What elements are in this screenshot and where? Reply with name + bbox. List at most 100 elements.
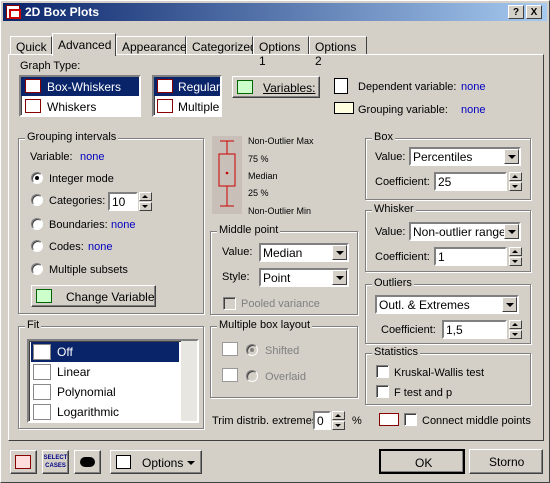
fit-off-icon bbox=[33, 344, 51, 360]
legend-25: 25 % bbox=[248, 188, 269, 198]
fit-polynomial-icon bbox=[33, 384, 51, 400]
legend-max: Non-Outlier Max bbox=[248, 136, 314, 146]
tab-options-1[interactable]: Options 1 bbox=[253, 36, 309, 68]
multiple-icon bbox=[157, 99, 173, 113]
batch-button[interactable] bbox=[10, 450, 37, 474]
box-value-label: Value: bbox=[375, 151, 406, 163]
dependent-variable-value: none bbox=[461, 81, 486, 93]
fit-item-polynomial[interactable]: Polynomial bbox=[31, 382, 179, 402]
integer-mode-radio[interactable] bbox=[31, 172, 43, 184]
fit-item-off[interactable]: Off bbox=[31, 342, 179, 362]
title-bar: 2D Box Plots ? X bbox=[3, 3, 547, 21]
outliers-coefficient-input[interactable]: 1,5 bbox=[442, 320, 507, 339]
trim-unit: % bbox=[352, 415, 362, 427]
categories-spinner[interactable] bbox=[139, 192, 152, 211]
chevron-down-icon[interactable] bbox=[332, 245, 347, 260]
boundaries-radio[interactable] bbox=[31, 218, 43, 230]
boundaries-value: none bbox=[111, 219, 136, 231]
box-value-select[interactable]: Percentiles bbox=[409, 147, 521, 166]
select-cases-line2: CASES bbox=[45, 463, 66, 469]
select-cases-button[interactable]: SELECT CASES bbox=[42, 450, 69, 474]
connect-middle-points-checkbox[interactable] bbox=[404, 413, 417, 426]
ok-button[interactable]: OK bbox=[379, 449, 465, 474]
grouping-variable-name: none bbox=[80, 151, 105, 163]
connect-middle-points-icon bbox=[379, 413, 399, 426]
fit-item-logarithmic[interactable]: Logarithmic bbox=[31, 402, 179, 422]
box-coefficient-label: Coefficient: bbox=[375, 176, 430, 188]
whisker-coefficient-input[interactable]: 1 bbox=[434, 247, 507, 266]
whisker-coefficient-spinner[interactable] bbox=[509, 247, 522, 266]
tab-advanced[interactable]: Advanced bbox=[52, 33, 116, 56]
box-legend-graphic bbox=[212, 136, 242, 214]
close-button[interactable]: X bbox=[526, 5, 542, 19]
categories-label: Categories: bbox=[49, 195, 106, 207]
variables-icon bbox=[237, 80, 253, 94]
overlaid-icon bbox=[222, 368, 238, 382]
outliers-select[interactable]: Outl. & Extremes bbox=[375, 295, 519, 314]
fit-list: Off Linear Polynomial Logarithmic bbox=[27, 339, 199, 423]
multiple-subsets-radio[interactable] bbox=[31, 263, 43, 275]
outliers-coefficient-spinner[interactable] bbox=[509, 320, 522, 339]
tab-appearance[interactable]: Appearance bbox=[116, 36, 187, 55]
whiskers-icon bbox=[25, 99, 41, 113]
middle-value-select[interactable]: Median bbox=[259, 243, 349, 262]
trim-spinner[interactable] bbox=[332, 411, 345, 430]
whisker-value-label: Value: bbox=[375, 226, 406, 238]
integer-mode-label: Integer mode bbox=[49, 173, 114, 185]
grouping-variable-caption: Variable: bbox=[30, 151, 73, 163]
weight-button[interactable] bbox=[74, 450, 101, 474]
type-box-whiskers[interactable]: Box-Whiskers bbox=[21, 77, 139, 96]
help-button[interactable]: ? bbox=[508, 5, 524, 19]
fit-logarithmic-icon bbox=[33, 404, 51, 420]
weight-icon bbox=[80, 457, 95, 467]
overlaid-radio[interactable] bbox=[246, 370, 258, 382]
type-whiskers[interactable]: Whiskers bbox=[21, 97, 139, 116]
tab-options-2[interactable]: Options 2 bbox=[309, 36, 367, 68]
categories-input[interactable]: 10 bbox=[108, 192, 138, 211]
whisker-value-select[interactable]: Non-outlier range bbox=[409, 222, 521, 241]
graph-type-list-a: Box-Whiskers Whiskers bbox=[19, 75, 141, 117]
overlaid-label: Overlaid bbox=[265, 371, 306, 383]
shifted-radio[interactable] bbox=[246, 344, 258, 356]
connect-middle-points-label: Connect middle points bbox=[422, 415, 531, 427]
trim-input[interactable]: 0 bbox=[313, 411, 331, 430]
legend-median: Median bbox=[248, 171, 278, 181]
type-regular[interactable]: Regular bbox=[154, 77, 220, 96]
fit-item-linear[interactable]: Linear bbox=[31, 362, 179, 382]
f-test-checkbox[interactable] bbox=[376, 385, 389, 398]
cancel-button[interactable]: Storno bbox=[469, 449, 543, 474]
type-multiple[interactable]: Multiple bbox=[154, 97, 220, 116]
box-coefficient-input[interactable]: 25 bbox=[434, 172, 507, 191]
codes-label: Codes: bbox=[49, 241, 84, 253]
fit-linear-icon bbox=[33, 364, 51, 380]
pooled-variance-checkbox[interactable] bbox=[223, 297, 236, 310]
fit-list-scrollbar[interactable] bbox=[181, 341, 197, 421]
kruskal-wallis-checkbox[interactable] bbox=[376, 365, 389, 378]
chevron-down-icon[interactable] bbox=[504, 224, 519, 239]
chevron-down-icon[interactable] bbox=[502, 297, 517, 312]
batch-icon bbox=[15, 455, 31, 469]
options-button[interactable]: Options bbox=[110, 450, 202, 474]
tab-quick[interactable]: Quick bbox=[10, 36, 52, 55]
categories-radio[interactable] bbox=[31, 194, 43, 206]
outliers-coefficient-label: Coefficient: bbox=[381, 324, 436, 336]
grouping-variable-icon bbox=[334, 102, 354, 114]
window-title: 2D Box Plots bbox=[25, 5, 100, 19]
dependent-variable-label: Dependent variable: bbox=[358, 81, 457, 93]
grouping-variable-label: Grouping variable: bbox=[358, 104, 448, 116]
kruskal-wallis-label: Kruskal-Wallis test bbox=[394, 367, 485, 379]
codes-radio[interactable] bbox=[31, 240, 43, 252]
tab-categorized[interactable]: Categorized bbox=[186, 36, 257, 55]
chevron-down-icon[interactable] bbox=[332, 270, 347, 285]
legend-75: 75 % bbox=[248, 154, 269, 164]
multiple-box-layout-group: Multiple box layout bbox=[210, 319, 358, 398]
multiple-subsets-label: Multiple subsets bbox=[49, 264, 128, 276]
chevron-down-icon[interactable] bbox=[504, 149, 519, 164]
middle-style-select[interactable]: Point bbox=[259, 268, 349, 287]
options-icon bbox=[116, 455, 131, 469]
dependent-variable-icon bbox=[334, 78, 348, 94]
box-coefficient-spinner[interactable] bbox=[509, 172, 522, 191]
change-variable-icon bbox=[36, 289, 52, 303]
change-variable-button[interactable]: Change Variable bbox=[31, 285, 156, 307]
variables-button[interactable]: Variables: bbox=[232, 76, 320, 98]
